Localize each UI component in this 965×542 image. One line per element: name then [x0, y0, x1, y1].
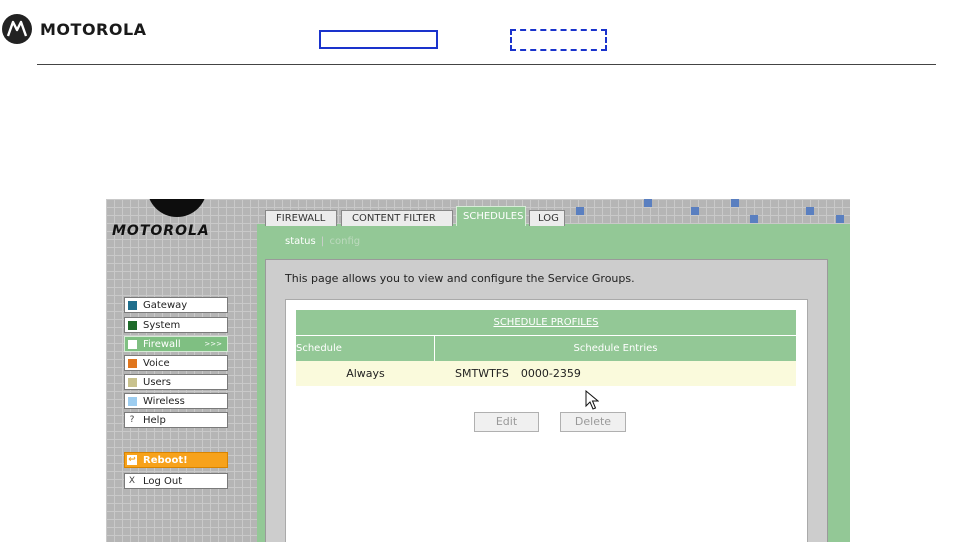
edit-button[interactable]: Edit [474, 412, 539, 432]
nav-item-gateway[interactable]: Gateway [124, 297, 228, 313]
nav-item-label: Voice [143, 357, 170, 369]
outer-brand-text: MOTOROLA [40, 20, 147, 39]
decoration-square [644, 199, 652, 207]
nav-item-label: Firewall [143, 338, 181, 350]
table-title-link[interactable]: SCHEDULE PROFILES [296, 310, 796, 335]
decoration-square [691, 207, 699, 215]
active-arrows-icon: >>> [204, 340, 222, 348]
decoration-square [806, 207, 814, 215]
schedule-days: SMTWTFS [455, 367, 509, 380]
router-ui-frame: MOTOROLA Gateway System Firewall >>> Voi… [106, 199, 850, 542]
decoration-square [836, 215, 844, 223]
tab-content-filter[interactable]: CONTENT FILTER [341, 210, 453, 226]
schedule-entries-cell: SMTWTFS 0000-2359 [435, 361, 796, 386]
nav-item-users[interactable]: Users [124, 374, 228, 390]
router-logo-icon [147, 199, 207, 217]
column-header-schedule: Schedule [296, 336, 435, 361]
reboot-button[interactable]: ↩ Reboot! [124, 452, 228, 468]
nav-item-firewall[interactable]: Firewall >>> [124, 336, 228, 352]
nav-item-help[interactable]: ? Help [124, 412, 228, 428]
nav-item-wireless[interactable]: Wireless [124, 393, 228, 409]
motorola-logo-icon [2, 14, 32, 44]
delete-button[interactable]: Delete [560, 412, 626, 432]
intro-text: This page allows you to view and configu… [285, 272, 635, 285]
outer-solid-box [319, 30, 438, 49]
voice-swatch-icon [128, 358, 137, 368]
gateway-swatch-icon [128, 300, 137, 310]
nav-item-system[interactable]: System [124, 317, 228, 333]
router-brand-text: MOTOROLA [112, 223, 210, 239]
subnav-config-link[interactable]: config [329, 236, 360, 247]
table-row[interactable]: Always SMTWTFS 0000-2359 [296, 361, 796, 386]
system-swatch-icon [128, 320, 137, 330]
reboot-label: Reboot! [143, 454, 188, 466]
content-area: This page allows you to view and configu… [265, 259, 828, 542]
schedule-profiles-table: SCHEDULE PROFILES Schedule Schedule Entr… [296, 310, 796, 386]
logout-label: Log Out [143, 475, 183, 487]
column-header-entries: Schedule Entries [573, 343, 658, 354]
decoration-square [731, 199, 739, 207]
tab-firewall[interactable]: FIREWALL [265, 210, 337, 226]
help-question-icon: ? [129, 415, 135, 425]
close-x-icon: X [128, 476, 136, 486]
subnav-status-link[interactable]: status [285, 236, 316, 247]
decoration-square [576, 207, 584, 215]
nav-item-label: Gateway [143, 299, 188, 311]
nav-item-label: Wireless [143, 395, 185, 407]
wireless-swatch-icon [128, 396, 137, 406]
mouse-pointer-icon [585, 390, 599, 410]
subnav: status | config [285, 236, 360, 247]
decoration-square [750, 215, 758, 223]
schedule-name-cell: Always [346, 367, 385, 380]
nav-item-label: Help [143, 414, 166, 426]
schedule-time: 0000-2359 [520, 367, 581, 380]
outer-dashed-box [510, 29, 607, 51]
nav-item-label: System [143, 319, 181, 331]
firewall-swatch-icon [128, 339, 137, 349]
logout-button[interactable]: X Log Out [124, 473, 228, 489]
nav-item-label: Users [143, 376, 172, 388]
nav-item-voice[interactable]: Voice [124, 355, 228, 371]
table-header-row: Schedule Schedule Entries [296, 336, 796, 361]
reboot-icon: ↩ [127, 455, 137, 465]
tab-schedules[interactable]: SCHEDULES [456, 206, 526, 226]
subnav-separator: | [320, 236, 325, 247]
tab-log[interactable]: LOG [529, 210, 565, 226]
header-divider [37, 64, 936, 65]
users-swatch-icon [128, 377, 137, 387]
inner-panel: SCHEDULE PROFILES Schedule Schedule Entr… [285, 299, 808, 542]
